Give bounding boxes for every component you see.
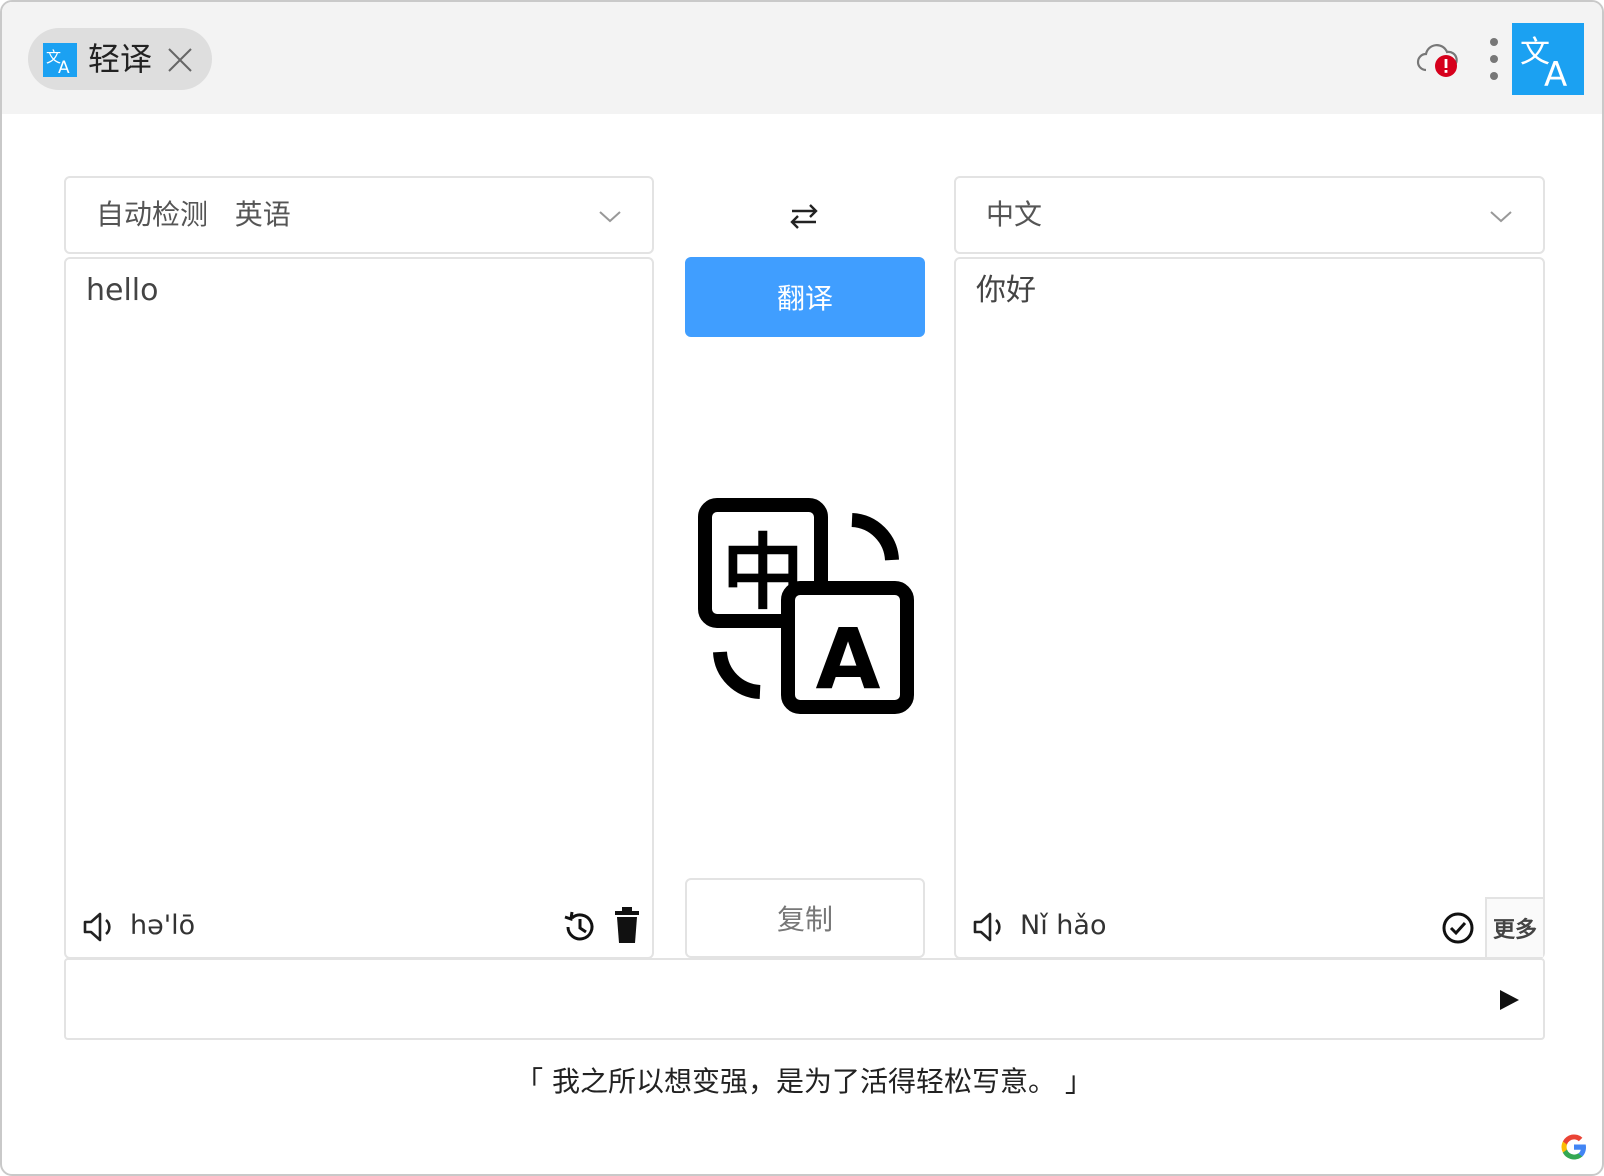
app-window: 文 A 轻译 文 A 自动检测 英语 中文 hello hə'lō 翻译 中 A… — [0, 0, 1604, 1176]
source-language-select[interactable]: 自动检测 英语 — [64, 176, 654, 254]
translate-button[interactable]: 翻译 — [685, 257, 925, 337]
svg-text:A: A — [815, 610, 880, 708]
close-icon[interactable] — [166, 46, 194, 74]
speaker-icon[interactable] — [972, 911, 1006, 943]
svg-text:A: A — [1544, 55, 1567, 89]
delete-trash-icon[interactable] — [612, 907, 642, 945]
title-bar: 文 A 轻译 文 A — [2, 2, 1602, 114]
play-icon[interactable] — [1497, 988, 1521, 1012]
target-language-label: 中文 — [986, 198, 1043, 231]
svg-text:A: A — [58, 58, 70, 75]
source-text[interactable]: hello — [86, 271, 159, 311]
target-language-select[interactable]: 中文 — [954, 176, 1545, 254]
source-text-panel[interactable]: hello hə'lō — [64, 257, 654, 959]
check-circle-icon[interactable] — [1441, 911, 1475, 945]
prompt-input[interactable] — [84, 974, 1464, 1024]
prompt-bar — [64, 958, 1545, 1040]
target-panel-footer: Nǐ hǎo 更多 — [956, 897, 1543, 957]
more-vertical-icon[interactable] — [1486, 36, 1502, 82]
speaker-icon[interactable] — [82, 911, 116, 943]
daily-quote: 「 我之所以想变强，是为了活得轻松写意。 」 — [515, 1065, 1093, 1098]
translate-logo-icon: 中 A — [698, 498, 914, 714]
chevron-down-icon — [1490, 211, 1512, 223]
tab-title: 轻译 — [88, 40, 153, 78]
source-panel-footer: hə'lō — [66, 897, 652, 957]
tab-translate-logo-icon: 文 A — [43, 43, 77, 77]
app-translate-logo-icon[interactable]: 文 A — [1512, 23, 1584, 95]
app-tab[interactable]: 文 A 轻译 — [28, 28, 212, 90]
cloud-sync-alert-icon[interactable] — [1416, 40, 1462, 80]
target-phonetic: Nǐ hǎo — [1020, 910, 1107, 941]
target-text: 你好 — [976, 273, 1036, 308]
target-text-panel: 你好 Nǐ hǎo 更多 — [954, 257, 1545, 959]
google-icon[interactable] — [1558, 1131, 1590, 1163]
source-language-label: 自动检测 英语 — [96, 198, 291, 231]
swap-languages-icon[interactable] — [786, 198, 822, 234]
history-icon[interactable] — [562, 909, 598, 945]
copy-button[interactable]: 复制 — [685, 878, 925, 958]
source-phonetic: hə'lō — [130, 910, 196, 941]
chevron-down-icon — [599, 211, 621, 223]
more-button[interactable]: 更多 — [1485, 897, 1543, 957]
